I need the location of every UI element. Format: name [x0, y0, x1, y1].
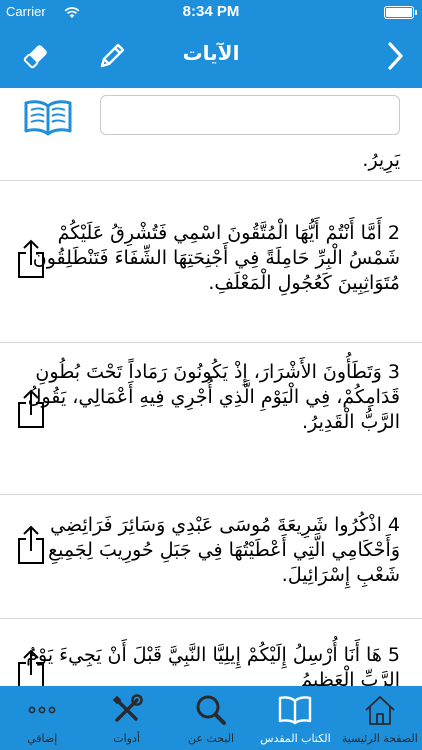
tools-icon [109, 692, 145, 728]
share-icon [18, 239, 44, 278]
tab-label: الصفحة الرئيسية [341, 732, 418, 745]
share-icon [18, 649, 44, 686]
share-button[interactable] [16, 239, 46, 279]
open-book-icon [24, 100, 72, 136]
tab-home[interactable]: الصفحة الرئيسية [338, 686, 422, 750]
home-icon [362, 692, 398, 728]
tab-label: إضافي [27, 732, 58, 745]
more-dots-icon [24, 692, 60, 728]
tab-search[interactable]: البحث عن [169, 686, 253, 750]
tab-label: الكتاب المقدس [260, 732, 331, 745]
verse-row-2[interactable]: 2 أَمَّا أَنْتُمْ أَيُّهَا الْمُتَّقُونَ… [0, 181, 422, 343]
tab-tools[interactable]: أدوات [84, 686, 168, 750]
tab-label: أدوات [113, 732, 140, 745]
tab-bar: إضافي أدوات البحث عن الكتاب المقدس الصفح… [0, 686, 422, 750]
verse-row-3[interactable]: 3 وَتَطَأُونَ الأَشْرَارَ، إِذْ يَكُونُو… [0, 343, 422, 495]
verse-text: يَرِيرُ. [362, 149, 400, 171]
search-input[interactable] [100, 95, 400, 135]
verse-text: 3 وَتَطَأُونَ الأَشْرَارَ، إِذْ يَكُونُو… [27, 361, 400, 433]
tab-bible[interactable]: الكتاب المقدس [253, 686, 337, 750]
navigation-bar: الآيات [0, 24, 422, 88]
battery-icon [384, 6, 417, 19]
share-button[interactable] [16, 649, 46, 686]
search-icon [193, 692, 229, 728]
verse-row-5[interactable]: 5 هَا أَنَا أُرْسِلُ إِلَيْكُمْ إِيلِيَّ… [0, 619, 422, 686]
share-icon [18, 525, 44, 564]
page-title: الآيات [182, 41, 240, 65]
verse-text: 5 هَا أَنَا أُرْسِلُ إِلَيْكُمْ إِيلِيَّ… [26, 644, 400, 686]
verse-text: 2 أَمَّا أَنْتُمْ أَيُّهَا الْمُتَّقُونَ… [32, 222, 400, 294]
list-item[interactable]: يَرِيرُ. [0, 146, 422, 181]
tab-extra[interactable]: إضافي [0, 686, 84, 750]
book-button[interactable] [22, 96, 74, 138]
status-bar: Carrier 8:34 PM [0, 0, 422, 24]
status-time: 8:34 PM [182, 3, 240, 20]
search-row [0, 88, 422, 146]
forward-button[interactable] [376, 36, 416, 76]
open-book-icon [277, 692, 313, 728]
share-button[interactable] [16, 525, 46, 565]
share-icon [18, 389, 44, 428]
verse-text: 4 اذْكُرُوا شَرِيعَةَ مُوسَى عَبْدِي وَس… [48, 514, 400, 586]
verse-row-4[interactable]: 4 اذْكُرُوا شَرِيعَةَ مُوسَى عَبْدِي وَس… [0, 495, 422, 619]
share-button[interactable] [16, 389, 46, 429]
verse-list[interactable]: يَرِيرُ. 2 أَمَّا أَنْتُمْ أَيُّهَا الْم… [0, 146, 422, 686]
chevron-right-icon [388, 42, 403, 70]
tab-label: البحث عن [187, 732, 235, 745]
